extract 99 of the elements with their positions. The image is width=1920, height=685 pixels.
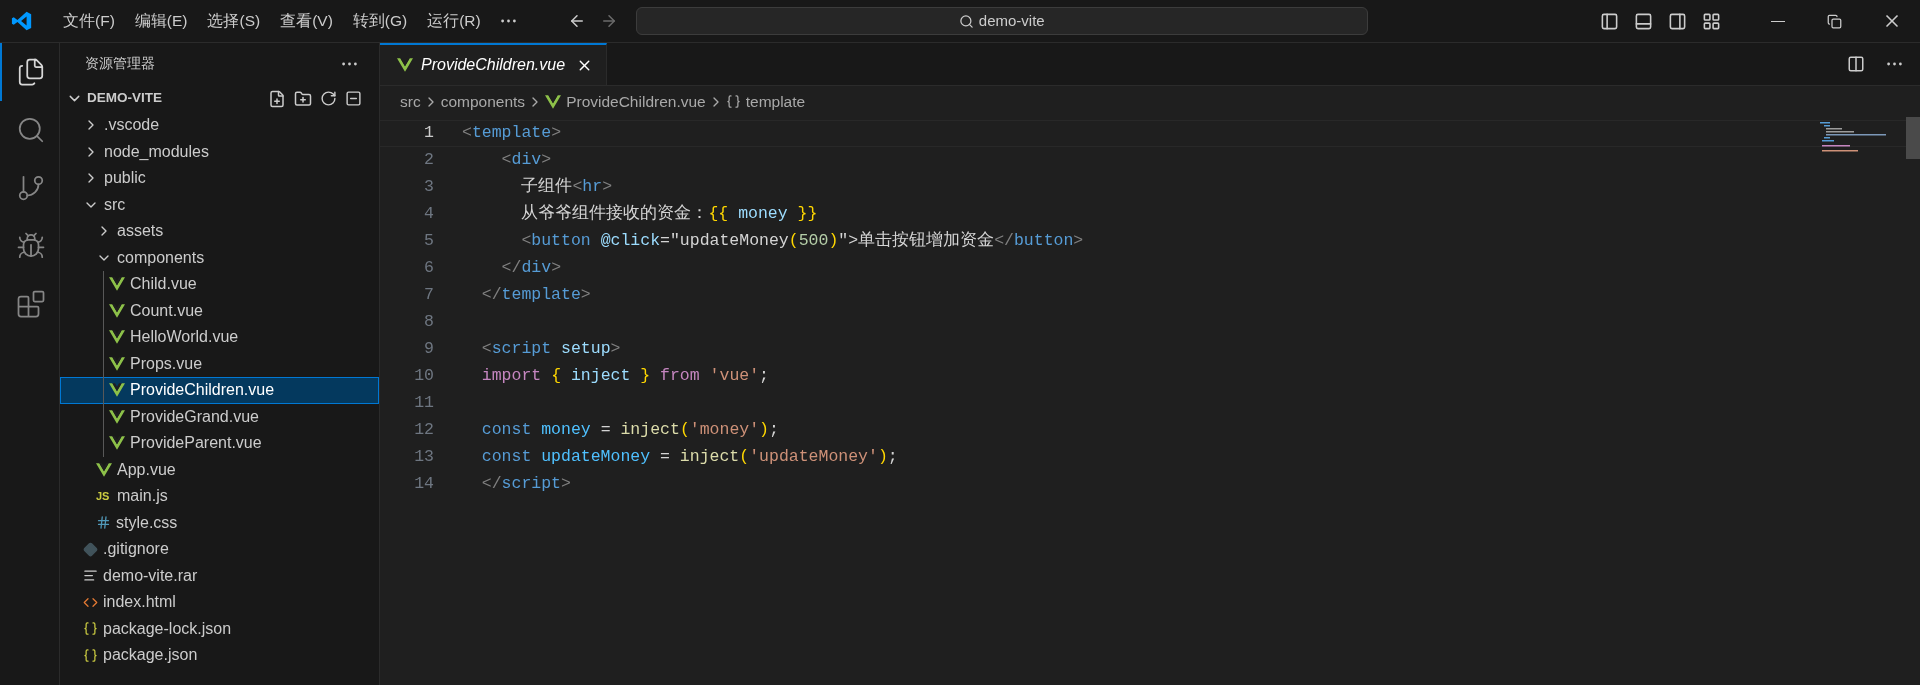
more-icon: [500, 19, 516, 23]
line-number: 6: [423, 257, 434, 280]
vue-file-icon: [109, 277, 125, 292]
code-line: <template>: [462, 122, 562, 145]
file-tree-item[interactable]: demo-vite.rar: [60, 562, 379, 589]
line-number: 14: [413, 473, 434, 496]
vue-file-icon: [109, 383, 125, 398]
line-number: 1: [423, 122, 434, 145]
editor-tab[interactable]: ProvideChildren.vue: [380, 43, 608, 85]
folder-tree-item[interactable]: node_modules: [60, 138, 379, 165]
more-icon: [1887, 62, 1902, 66]
menu-item[interactable]: 运行(R): [417, 6, 491, 36]
vue-file-icon: [109, 303, 125, 318]
split-editor-icon: [1847, 55, 1865, 73]
file-tree-item[interactable]: index.html: [60, 589, 379, 616]
folder-tree-item[interactable]: public: [60, 165, 379, 192]
line-number: 8: [423, 311, 434, 334]
vue-file-icon: [545, 94, 562, 109]
file-tree-item[interactable]: Count.vue: [60, 297, 379, 324]
line-number: 3: [423, 176, 434, 199]
more-icon: [342, 62, 357, 66]
minimize-icon: [1770, 20, 1785, 22]
command-search-field[interactable]: demo-vite: [635, 7, 1368, 35]
search-icon: [958, 13, 974, 29]
braces-file-icon: [83, 647, 98, 663]
blocks-icon: [15, 289, 46, 319]
line-number: 2: [423, 149, 434, 172]
menu-item[interactable]: 转到(G): [342, 6, 418, 36]
folder-tree-item[interactable]: assets: [60, 218, 379, 245]
file-tree-item[interactable]: App.vue: [60, 456, 379, 483]
braces-file-icon: [83, 621, 98, 637]
code-line: </script>: [480, 473, 571, 496]
code-line: <script setup>: [480, 338, 621, 361]
code-line: </template>: [480, 284, 591, 307]
file-plus-icon: [268, 89, 286, 108]
code-line: </div>: [500, 257, 562, 280]
panel-bottom-icon: [1634, 11, 1653, 31]
folder-tree-item[interactable]: src: [60, 191, 379, 218]
menu-item[interactable]: 查看(V): [270, 6, 343, 36]
menu-item[interactable]: 编辑(E): [124, 6, 198, 36]
layout-icon: [1702, 11, 1721, 31]
line-number: 7: [423, 284, 434, 307]
diamond-file-icon: [83, 541, 98, 557]
file-tree-item[interactable]: ProvideParent.vue: [60, 430, 379, 457]
restore-icon: [1827, 13, 1842, 29]
breadcrumb[interactable]: template: [725, 89, 806, 114]
file-tree-item[interactable]: .gitignore: [60, 536, 379, 563]
js-file-icon: JS: [96, 488, 112, 505]
line-number: 10: [413, 365, 434, 388]
tab-label: ProvideChildren.vue: [421, 55, 566, 75]
collapse-icon: [345, 90, 362, 107]
refresh-icon: [320, 90, 337, 107]
line-number: 4: [423, 203, 434, 226]
vue-file-icon: [109, 409, 125, 424]
folder-plus-icon: [294, 89, 312, 108]
app-logo-icon: [11, 10, 33, 32]
line-number: 12: [413, 419, 434, 442]
breadcrumb[interactable]: components: [440, 89, 526, 114]
search-field-text: demo-vite: [978, 10, 1045, 31]
vue-file-icon: [109, 436, 125, 451]
code-line: import { inject } from 'vue';: [480, 365, 769, 388]
file-tree-item[interactable]: Props.vue: [60, 350, 379, 377]
file-tree-item[interactable]: ProvideChildren.vue: [60, 377, 379, 404]
text-file-icon: [83, 568, 98, 584]
line-number: 5: [423, 230, 434, 253]
file-tree-item[interactable]: JS main.js: [60, 483, 379, 510]
file-tree-item[interactable]: package-lock.json: [60, 615, 379, 642]
vue-file-icon: [96, 462, 112, 477]
panel-left-icon: [1600, 11, 1619, 31]
line-number: 13: [413, 446, 434, 469]
folder-tree-item[interactable]: .vscode: [60, 112, 379, 139]
braces-icon: [725, 94, 741, 109]
menu-item[interactable]: 文件(F): [53, 6, 125, 36]
code-line: 子组件<hr>: [520, 176, 613, 199]
root-folder-header[interactable]: DEMO-VITE: [60, 85, 379, 112]
code-line: const updateMoney = inject('updateMoney');: [480, 446, 898, 469]
sidebar-title: 资源管理器: [85, 54, 156, 73]
file-tree-item[interactable]: style.css: [60, 509, 379, 536]
breadcrumb[interactable]: ProvideChildren.vue: [545, 89, 706, 114]
folder-tree-item[interactable]: components: [60, 244, 379, 271]
vue-file-icon: [109, 356, 125, 371]
scrollbar-thumb: [1906, 117, 1920, 159]
code-line: <button @click="updateMoney(500)">单击按钮增加资金</button>: [520, 230, 1084, 253]
panel-right-icon: [1668, 11, 1687, 31]
hash-file-icon: [96, 515, 111, 531]
code-line: const money = inject('money');: [480, 419, 779, 442]
line-number: 9: [423, 338, 434, 361]
file-tree-item[interactable]: ProvideGrand.vue: [60, 403, 379, 430]
file-tree-item[interactable]: HelloWorld.vue: [60, 324, 379, 351]
file-tree-item[interactable]: package.json: [60, 642, 379, 669]
line-number: 11: [413, 392, 434, 415]
bug-icon: [15, 231, 46, 261]
file-tree-item[interactable]: Child.vue: [60, 271, 379, 298]
vue-file-icon: [109, 330, 125, 345]
vue-file-icon: [397, 58, 413, 72]
code-line: <div>: [500, 149, 552, 172]
menu-item[interactable]: 选择(S): [197, 6, 271, 36]
code-line: 从爷爷组件接收的资金：{{ money }}: [520, 203, 818, 226]
breadcrumb[interactable]: src: [400, 89, 421, 114]
